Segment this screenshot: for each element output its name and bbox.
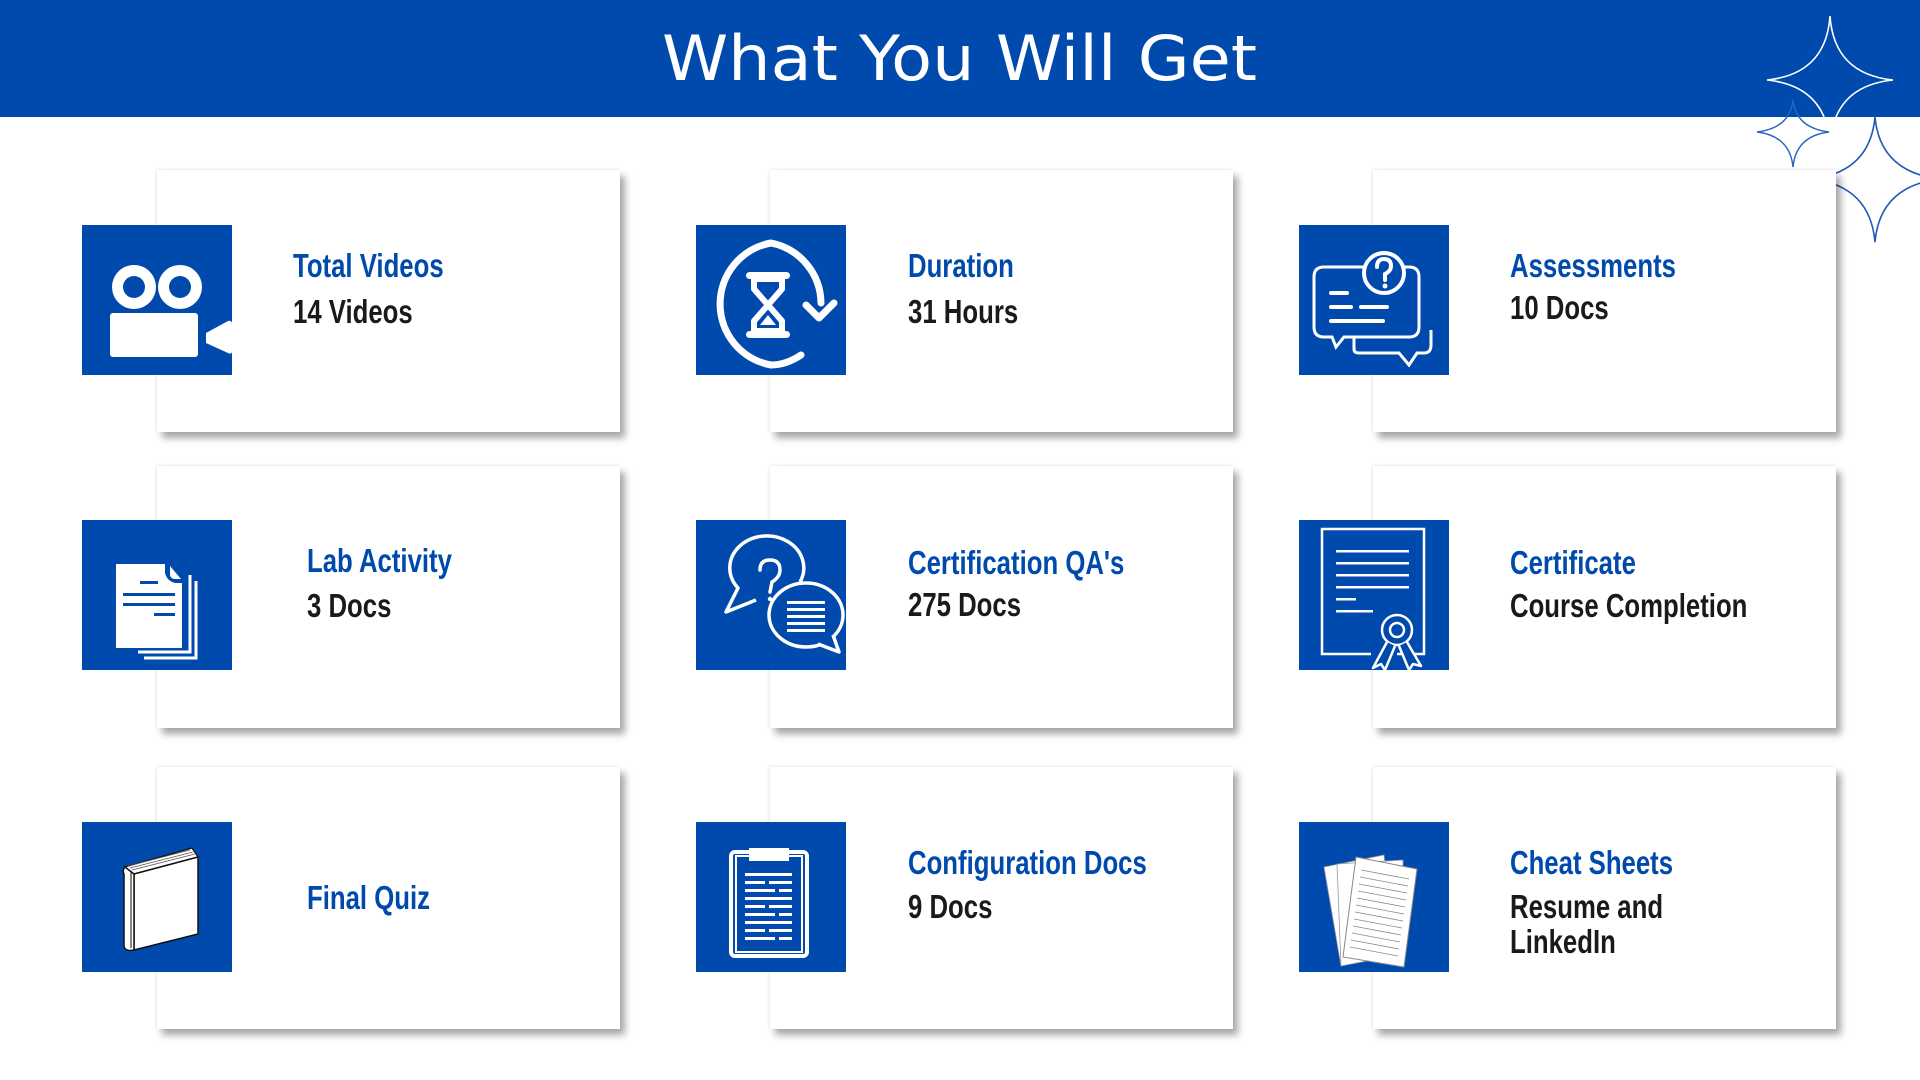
card-value: Course Completion [1510,587,1748,624]
card-label: Duration [908,247,1014,284]
card-value: 275 Docs [908,586,1022,623]
card-label: Cheat Sheets [1510,844,1674,881]
card-label: Certification QA's [908,544,1125,581]
card-value: 31 Hours [908,293,1019,330]
papers-icon [1299,822,1449,972]
qa-speech-bubbles-icon [696,520,846,670]
card-value: 10 Docs [1510,289,1609,326]
hourglass-refresh-icon [696,225,846,375]
card-value: 3 Docs [307,587,392,624]
card-value: 9 Docs [908,888,993,925]
card-value-line-1: Resume and [1510,888,1664,925]
question-chat-icon [1299,225,1449,375]
card-label: Assessments [1510,247,1676,284]
card-label: Lab Activity [307,542,452,579]
book-icon [82,822,232,972]
card-label: Total Videos [293,247,444,284]
card-label: Final Quiz [307,879,430,916]
clipboard-icon [696,822,846,972]
certificate-ribbon-icon [1299,520,1449,670]
card-label: Configuration Docs [908,844,1147,881]
video-camera-icon [82,225,232,375]
page-title: What You Will Get [662,22,1258,95]
card-value: 14 Videos [293,293,413,330]
card-value-line-2: LinkedIn [1510,923,1616,960]
documents-icon [82,520,232,670]
card-label: Certificate [1510,544,1636,581]
